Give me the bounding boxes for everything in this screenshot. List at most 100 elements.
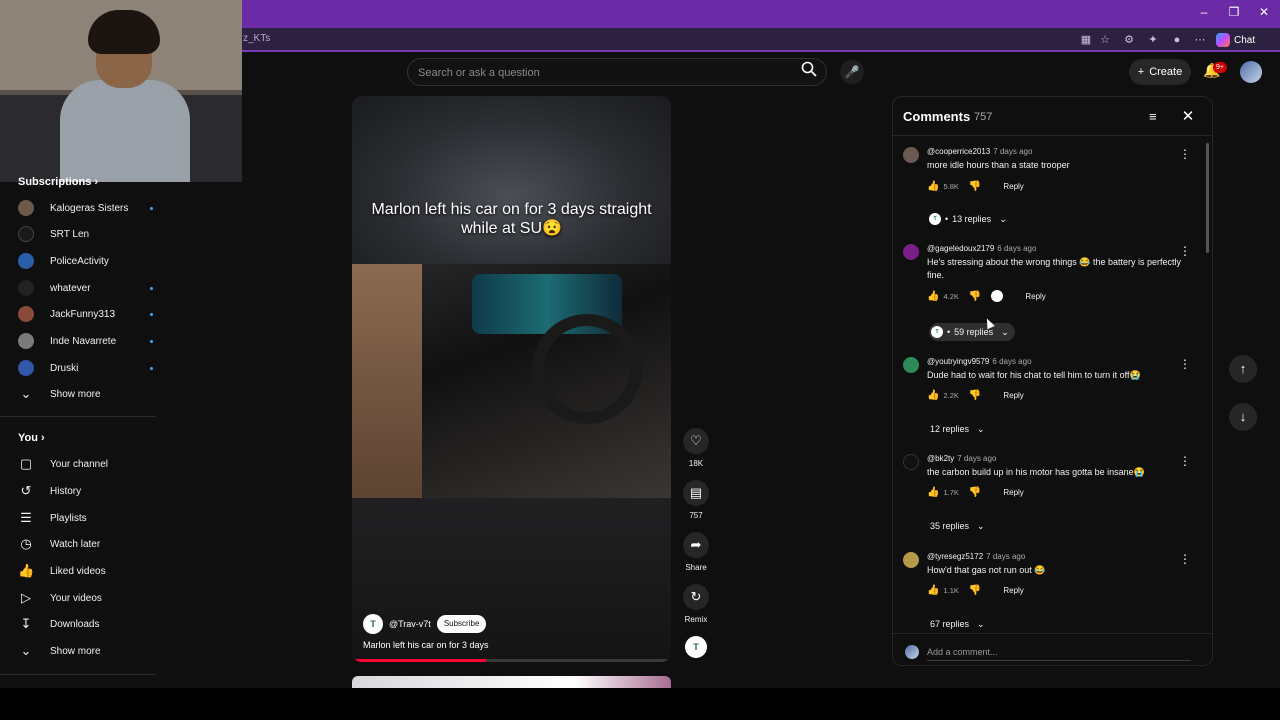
dislike-icon[interactable]: 👎 <box>969 181 981 192</box>
replies-toggle[interactable]: T • 59 replies ⌄ <box>929 323 1015 341</box>
remix-label: Remix <box>684 615 708 624</box>
address-url[interactable]: z_KTs <box>243 33 270 44</box>
video-icon: ▷ <box>21 590 31 605</box>
comment-author[interactable]: @tyresegz5172 <box>927 552 983 561</box>
sidebar-item-playlists[interactable]: ☰ Playlists <box>18 506 156 530</box>
reply-button[interactable]: Reply <box>1025 292 1045 301</box>
replies-toggle[interactable]: T • 13 replies ⌄ <box>929 210 1007 228</box>
comment-action[interactable]: ▤ 757 <box>680 480 712 520</box>
favorites-icon[interactable]: ✦ <box>1145 32 1161 48</box>
sidebar-item-whatever[interactable]: whatever <box>18 276 156 300</box>
more-icon[interactable]: ⋮ <box>1179 552 1191 566</box>
avatar[interactable] <box>903 147 919 163</box>
sort-icon[interactable]: ≡ <box>1149 109 1165 124</box>
avatar[interactable] <box>903 244 919 260</box>
share-action[interactable]: ➦ Share <box>680 532 712 572</box>
sidebar-item-your-channel[interactable]: ▢ Your channel <box>18 452 156 476</box>
comment-author[interactable]: @gageledoux2179 <box>927 244 994 253</box>
comment-author[interactable]: @youtryingv9579 <box>927 357 989 366</box>
more-icon[interactable]: ⋮ <box>1179 147 1191 161</box>
reply-button[interactable]: Reply <box>1003 182 1023 191</box>
sidebar-show-more-subscriptions[interactable]: ⌄ Show more <box>18 382 156 406</box>
sidebar-item-inde-navarrete[interactable]: Inde Navarrete <box>18 329 156 353</box>
sidebar-item-druski[interactable]: Druski <box>18 356 156 380</box>
next-short-arrow-icon[interactable]: ↓ <box>1229 403 1257 431</box>
more-options-icon[interactable]: ⋯ <box>1192 32 1208 48</box>
previous-short-arrow-icon[interactable]: ↑ <box>1229 355 1257 383</box>
comments-scrollbar[interactable] <box>1206 143 1209 253</box>
video-progress-bar[interactable] <box>352 659 671 662</box>
short-video-player[interactable]: Marlon left his car on for 3 days straig… <box>352 96 671 662</box>
channel-avatar[interactable]: T <box>685 636 707 658</box>
avatar[interactable] <box>1240 61 1262 83</box>
reply-button[interactable]: Reply <box>1003 586 1023 595</box>
replies-toggle[interactable]: 67 replies ⌄ <box>930 615 985 633</box>
channel-avatar[interactable]: T <box>363 614 383 634</box>
search-input[interactable] <box>418 64 778 82</box>
sidebar-item-downloads[interactable]: ↧ Downloads <box>18 612 156 636</box>
app-install-icon[interactable]: ▦ <box>1078 32 1094 48</box>
remix-action[interactable]: ↻ Remix <box>680 584 712 624</box>
extension-icon[interactable]: ⚙ <box>1121 32 1137 48</box>
like-icon[interactable]: 👍 <box>927 585 939 596</box>
dislike-icon[interactable]: 👎 <box>969 390 981 401</box>
sidebar-item-label: Downloads <box>50 618 100 630</box>
like-icon[interactable]: 👍 <box>927 291 939 302</box>
sidebar-item-kalogeras-sisters[interactable]: Kalogeras Sisters <box>18 196 156 220</box>
close-icon[interactable]: ✕ <box>1180 107 1196 125</box>
avatar[interactable] <box>903 454 919 470</box>
more-icon[interactable]: ⋮ <box>1179 357 1191 371</box>
search-icon[interactable] <box>796 61 822 83</box>
channel-avatar-action[interactable]: T <box>680 636 712 658</box>
thumbs-up-icon: 👍 <box>18 563 35 578</box>
sidebar-show-more-you[interactable]: ⌄ Show more <box>18 639 156 663</box>
create-button[interactable]: + Create <box>1129 59 1191 85</box>
share-icon[interactable]: ➦ <box>683 532 709 558</box>
dislike-icon[interactable]: 👎 <box>969 291 981 302</box>
more-icon[interactable]: ⋮ <box>1179 244 1191 258</box>
avatar[interactable] <box>903 552 919 568</box>
short-title[interactable]: Marlon left his car on for 3 days <box>363 640 489 650</box>
remix-icon[interactable]: ↻ <box>683 584 709 610</box>
plus-icon: + <box>1137 66 1145 78</box>
close-icon[interactable]: ✕ <box>1254 5 1274 19</box>
heart-icon[interactable]: ♡ <box>683 428 709 454</box>
sidebar-item-watch-later[interactable]: ◷ Watch later <box>18 532 156 556</box>
dislike-icon[interactable]: 👎 <box>969 585 981 596</box>
replies-count: 67 replies <box>930 619 970 629</box>
restore-icon[interactable]: ❐ <box>1224 5 1244 19</box>
favorite-star-icon[interactable]: ☆ <box>1097 32 1113 48</box>
sidebar-section-subscriptions[interactable]: Subscriptions › <box>18 176 98 188</box>
like-icon[interactable]: 👍 <box>927 390 939 401</box>
replies-toggle[interactable]: 12 replies ⌄ <box>930 420 985 438</box>
sidebar-item-srt-len[interactable]: SRT Len <box>18 222 156 246</box>
sidebar-item-history[interactable]: ↺ History <box>18 479 156 503</box>
sidebar-item-jackfunny313[interactable]: JackFunny313 <box>18 302 156 326</box>
microphone-icon[interactable]: 🎤 <box>840 60 864 84</box>
like-icon[interactable]: 👍 <box>927 181 939 192</box>
like-action[interactable]: ♡ 18K <box>680 428 712 468</box>
add-comment-input[interactable] <box>927 643 1191 661</box>
replies-toggle[interactable]: 35 replies ⌄ <box>930 517 985 535</box>
comment-icon[interactable]: ▤ <box>683 480 709 506</box>
copilot-chat-button[interactable]: Chat <box>1216 31 1255 49</box>
reply-button[interactable]: Reply <box>1003 488 1023 497</box>
dislike-icon[interactable]: 👎 <box>969 487 981 498</box>
sidebar-item-your-videos[interactable]: ▷ Your videos <box>18 586 156 610</box>
sidebar-section-you[interactable]: You › <box>18 432 45 444</box>
channel-name[interactable]: @Trav-v7t <box>389 619 431 629</box>
minimize-icon[interactable]: – <box>1194 5 1214 19</box>
video-background-blur <box>352 498 671 662</box>
more-icon[interactable]: ⋮ <box>1179 454 1191 468</box>
next-short-preview[interactable] <box>352 676 671 688</box>
reply-button[interactable]: Reply <box>1003 391 1023 400</box>
avatar[interactable] <box>903 357 919 373</box>
search-box[interactable] <box>407 58 827 86</box>
browser-profile-icon[interactable]: ● <box>1169 32 1185 48</box>
sidebar-item-policeactivity[interactable]: PoliceActivity <box>18 249 156 273</box>
comment-author[interactable]: @cooperrice2013 <box>927 147 990 156</box>
like-icon[interactable]: 👍 <box>927 487 939 498</box>
sidebar-item-liked-videos[interactable]: 👍 Liked videos <box>18 559 156 583</box>
subscribe-button[interactable]: Subscribe <box>436 615 487 633</box>
comment-author[interactable]: @bk2ty <box>927 454 954 463</box>
